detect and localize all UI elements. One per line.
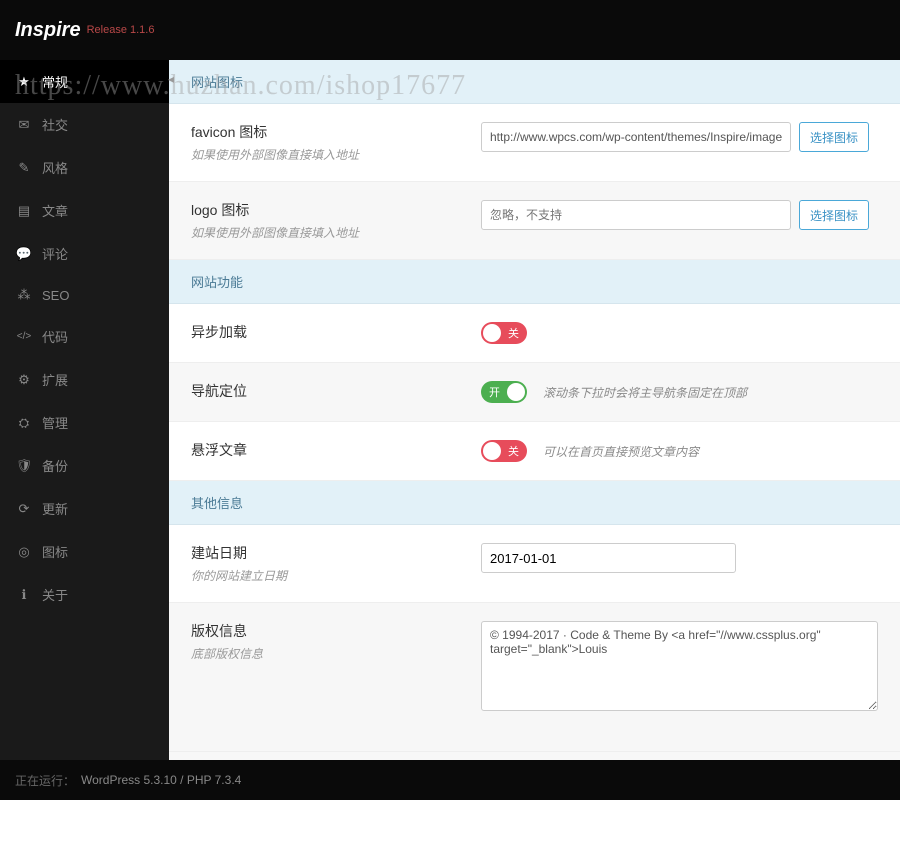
comment-icon: 💬 bbox=[16, 246, 32, 262]
section-header-site-func: 网站功能 bbox=[169, 260, 900, 304]
date-label: 建站日期 bbox=[191, 543, 481, 563]
row-navfix: 导航定位 开 滚动条下拉时会将主导航条固定在顶部 bbox=[169, 363, 900, 422]
pencil-icon: ✎ bbox=[16, 160, 32, 176]
sidebar-item-label: 管理 bbox=[42, 413, 68, 432]
code-icon: </> bbox=[16, 331, 32, 342]
seo-icon: ⁂ bbox=[16, 287, 32, 303]
sidebar-item-comment[interactable]: 💬 评论 bbox=[0, 232, 169, 275]
copyright-textarea[interactable] bbox=[481, 621, 878, 711]
date-hint: 你的网站建立日期 bbox=[191, 567, 481, 584]
sidebar-item-label: 文章 bbox=[42, 201, 68, 220]
sidebar-item-general[interactable]: ★ 常规 bbox=[0, 60, 169, 103]
row-copyright: 版权信息 底部版权信息 bbox=[169, 603, 900, 752]
sidebar-item-backup[interactable]: 🛡 备份 bbox=[0, 444, 169, 487]
cogs-icon: ⛭ bbox=[16, 415, 32, 431]
main-content: ◂ 网站图标 favicon 图标 如果使用外部图像直接填入地址 选择图标 lo… bbox=[169, 60, 900, 760]
navfix-toggle[interactable]: 开 bbox=[481, 381, 527, 403]
collapse-chevron-icon[interactable]: ◂ bbox=[168, 72, 178, 86]
logo-select-button[interactable]: 选择图标 bbox=[799, 200, 869, 230]
sidebar-item-label: 备份 bbox=[42, 456, 68, 475]
favicon-input[interactable] bbox=[481, 122, 791, 152]
favicon-label: favicon 图标 bbox=[191, 122, 481, 142]
copyright-hint: 底部版权信息 bbox=[191, 645, 481, 662]
sidebar-item-label: SEO bbox=[42, 288, 69, 303]
logo-input[interactable] bbox=[481, 200, 791, 230]
navfix-label: 导航定位 bbox=[191, 381, 481, 401]
target-icon: ◎ bbox=[16, 544, 32, 560]
footer: 正在运行： WordPress 5.3.10 / PHP 7.3.4 bbox=[0, 760, 900, 800]
navfix-hint: 滚动条下拉时会将主导航条固定在顶部 bbox=[543, 384, 747, 401]
favicon-hint: 如果使用外部图像直接填入地址 bbox=[191, 146, 481, 163]
async-label: 异步加载 bbox=[191, 322, 481, 342]
sidebar-item-label: 风格 bbox=[42, 158, 68, 177]
sidebar-item-code[interactable]: </> 代码 bbox=[0, 315, 169, 358]
sidebar-item-social[interactable]: ✉ 社交 bbox=[0, 103, 169, 146]
sidebar-item-extend[interactable]: ⚙ 扩展 bbox=[0, 358, 169, 401]
sidebar-item-icon[interactable]: ◎ 图标 bbox=[0, 530, 169, 573]
book-icon: ▤ bbox=[16, 203, 32, 219]
star-icon: ★ bbox=[16, 74, 32, 90]
row-date: 建站日期 你的网站建立日期 bbox=[169, 525, 900, 603]
float-label: 悬浮文章 bbox=[191, 440, 481, 460]
sidebar-item-article[interactable]: ▤ 文章 bbox=[0, 189, 169, 232]
sidebar-item-seo[interactable]: ⁂ SEO bbox=[0, 275, 169, 315]
gear-icon: ⚙ bbox=[16, 372, 32, 388]
date-input[interactable] bbox=[481, 543, 736, 573]
logo-label: logo 图标 bbox=[191, 200, 481, 220]
sidebar-item-label: 扩展 bbox=[42, 370, 68, 389]
float-hint: 可以在首页直接预览文章内容 bbox=[543, 443, 699, 460]
sidebar-item-label: 图标 bbox=[42, 542, 68, 561]
sidebar-item-update[interactable]: ⟳ 更新 bbox=[0, 487, 169, 530]
info-icon: ℹ bbox=[16, 587, 32, 603]
logo-hint: 如果使用外部图像直接填入地址 bbox=[191, 224, 481, 241]
brand-title: Inspire bbox=[15, 19, 81, 42]
favicon-select-button[interactable]: 选择图标 bbox=[799, 122, 869, 152]
sidebar-item-label: 常规 bbox=[42, 72, 68, 91]
footer-value: WordPress 5.3.10 / PHP 7.3.4 bbox=[81, 773, 241, 787]
sidebar-item-manage[interactable]: ⛭ 管理 bbox=[0, 401, 169, 444]
refresh-icon: ⟳ bbox=[16, 501, 32, 517]
section-header-other: 其他信息 bbox=[169, 481, 900, 525]
shield-icon: 🛡 bbox=[16, 458, 32, 474]
row-async: 异步加载 关 bbox=[169, 304, 900, 363]
release-version: Release 1.1.6 bbox=[87, 24, 155, 36]
float-toggle[interactable]: 关 bbox=[481, 440, 527, 462]
sidebar-item-label: 关于 bbox=[42, 585, 68, 604]
footer-label: 正在运行： bbox=[15, 772, 75, 789]
row-favicon: favicon 图标 如果使用外部图像直接填入地址 选择图标 bbox=[169, 104, 900, 182]
sidebar-item-label: 社交 bbox=[42, 115, 68, 134]
sidebar-item-label: 代码 bbox=[42, 327, 68, 346]
top-header: Inspire Release 1.1.6 bbox=[0, 0, 900, 60]
sidebar-item-label: 更新 bbox=[42, 499, 68, 518]
sidebar-item-label: 评论 bbox=[42, 244, 68, 263]
mail-icon: ✉ bbox=[16, 117, 32, 133]
copyright-label: 版权信息 bbox=[191, 621, 481, 641]
sidebar-item-about[interactable]: ℹ 关于 bbox=[0, 573, 169, 616]
sidebar-item-style[interactable]: ✎ 风格 bbox=[0, 146, 169, 189]
row-logo: logo 图标 如果使用外部图像直接填入地址 选择图标 bbox=[169, 182, 900, 260]
async-toggle[interactable]: 关 bbox=[481, 322, 527, 344]
section-header-site-icon: 网站图标 bbox=[169, 60, 900, 104]
sidebar: ★ 常规 ✉ 社交 ✎ 风格 ▤ 文章 💬 评论 ⁂ SEO </> 代码 ⚙ 扩展 ⛭ 管理 🛡… bbox=[0, 60, 169, 760]
row-float: 悬浮文章 关 可以在首页直接预览文章内容 bbox=[169, 422, 900, 481]
